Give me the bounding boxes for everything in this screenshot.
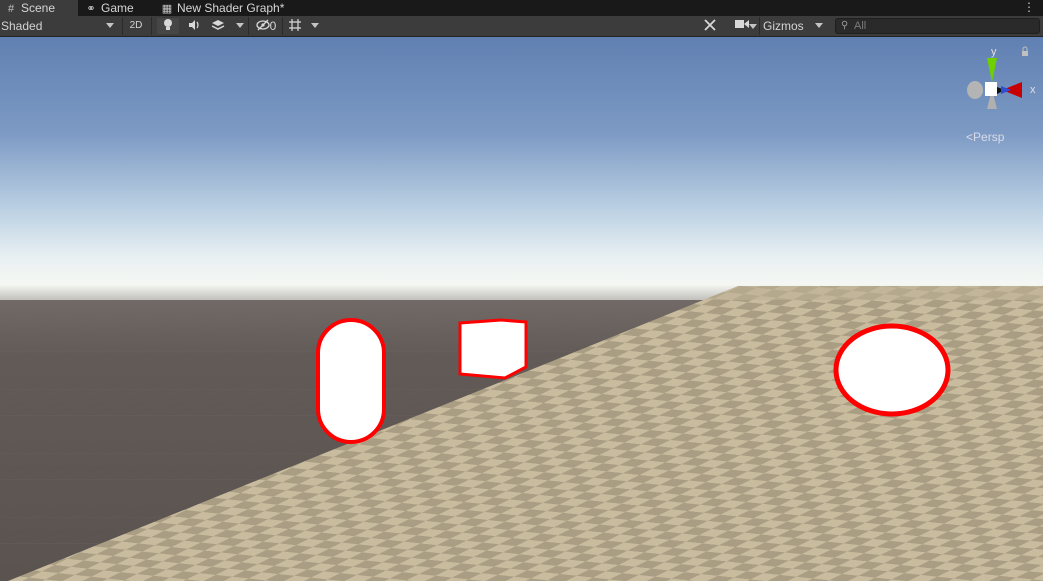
wrench-tools-icon bbox=[704, 19, 716, 31]
draw-mode-dropdown[interactable]: Shaded bbox=[1, 17, 119, 35]
projection-toggle[interactable]: <Persp bbox=[966, 130, 1004, 144]
grid-toggle-button[interactable] bbox=[284, 18, 306, 34]
persp-chevron-icon: < bbox=[966, 130, 974, 144]
hidden-object-count: 0 bbox=[269, 19, 277, 33]
sphere-object[interactable] bbox=[833, 323, 951, 417]
projection-label: Persp bbox=[973, 130, 1005, 144]
grid-options-dropdown[interactable] bbox=[306, 18, 324, 34]
scene-toolbar: Shaded 2D 0 Gizmos ⚲ All bbox=[0, 16, 1043, 37]
toolbar-divider bbox=[248, 17, 249, 35]
grid-icon bbox=[289, 19, 301, 31]
window-tab-bar: # Scene ⚭ Game ▦ New Shader Graph* ⋮ bbox=[0, 0, 1043, 16]
toolbar-divider bbox=[282, 17, 283, 35]
camera-settings-dropdown[interactable] bbox=[726, 18, 758, 34]
tab-new-shader-graph-label: New Shader Graph* bbox=[177, 1, 285, 15]
tab-game-label: Game bbox=[101, 1, 134, 15]
gizmos-label: Gizmos bbox=[763, 19, 804, 33]
center-cube-icon[interactable] bbox=[985, 82, 997, 96]
speaker-icon bbox=[189, 20, 199, 30]
y-axis-cone-icon[interactable] bbox=[987, 58, 997, 82]
hidden-eye-icon bbox=[256, 19, 270, 31]
chevron-down-icon bbox=[815, 23, 823, 28]
x-axis-label: x bbox=[1030, 84, 1036, 96]
gamepad-icon: ⚭ bbox=[86, 3, 96, 15]
chevron-down-icon bbox=[106, 23, 114, 28]
chevron-down-icon bbox=[311, 23, 319, 28]
hash-grid-icon: # bbox=[7, 3, 15, 15]
capsule-object[interactable] bbox=[316, 318, 386, 444]
toolbar-divider bbox=[122, 17, 123, 35]
scene-visibility-toggle[interactable]: 0 bbox=[252, 18, 280, 34]
gizmos-dropdown[interactable]: Gizmos bbox=[763, 17, 827, 35]
tools-button[interactable] bbox=[699, 18, 721, 34]
scene-viewport[interactable] bbox=[0, 37, 1043, 581]
tab-new-shader-graph[interactable]: ▦ New Shader Graph* bbox=[156, 0, 306, 16]
more-options-icon[interactable]: ⋮ bbox=[1023, 0, 1035, 16]
y-axis-label: y bbox=[991, 46, 997, 58]
camera-icon bbox=[735, 20, 749, 28]
2d-toggle-button[interactable]: 2D bbox=[125, 18, 147, 34]
tab-scene-label: Scene bbox=[21, 1, 56, 15]
search-input[interactable] bbox=[854, 19, 1034, 33]
scene-render bbox=[0, 37, 1043, 581]
tab-game[interactable]: ⚭ Game bbox=[80, 0, 154, 16]
chevron-down-icon[interactable] bbox=[236, 23, 244, 28]
cube-object[interactable] bbox=[458, 318, 528, 380]
draw-mode-value: Shaded bbox=[1, 19, 43, 33]
scene-search-field[interactable]: ⚲ bbox=[835, 18, 1040, 34]
search-icon: ⚲ bbox=[841, 20, 849, 31]
chevron-down-icon bbox=[749, 24, 757, 29]
lighting-toggle-button[interactable] bbox=[157, 18, 179, 34]
shader-graph-icon: ▦ bbox=[161, 3, 173, 15]
effects-toggle-button[interactable] bbox=[207, 18, 229, 34]
toolbar-divider bbox=[759, 17, 760, 35]
axis-gizmo-graphic: y x bbox=[967, 46, 1036, 109]
audio-toggle-button[interactable] bbox=[183, 18, 205, 34]
toolbar-divider bbox=[151, 17, 152, 35]
tab-scene[interactable]: # Scene bbox=[0, 0, 78, 16]
lock-icon[interactable] bbox=[1022, 51, 1028, 56]
lightbulb-icon bbox=[164, 19, 172, 30]
layers-effects-icon bbox=[211, 20, 225, 30]
neg-x-axis-cone-icon[interactable] bbox=[967, 81, 983, 99]
